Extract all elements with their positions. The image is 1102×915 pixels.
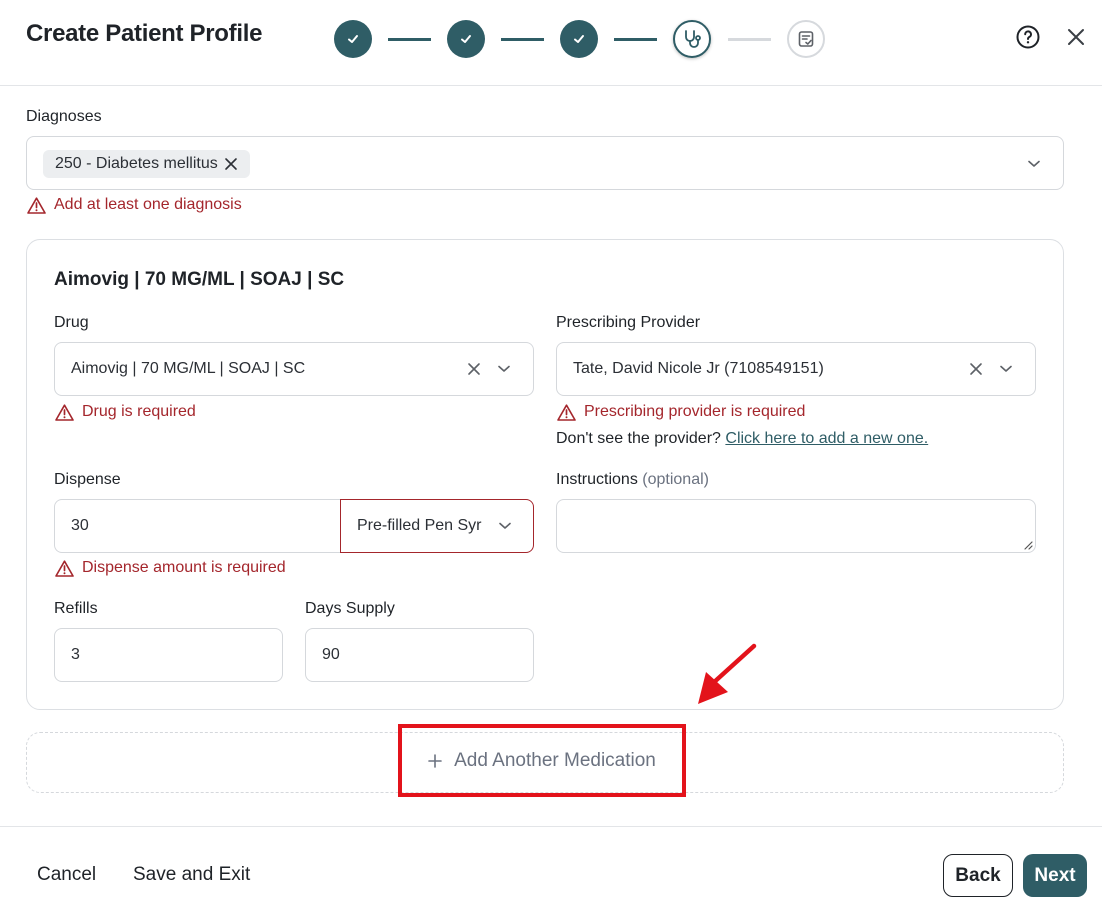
refills-input[interactable]: 3 [54, 628, 283, 682]
drug-value: Aimovig | 70 MG/ML | SOAJ | SC [71, 360, 306, 377]
dispense-amount-input[interactable]: 30 [54, 499, 341, 553]
instructions-textarea[interactable] [556, 499, 1036, 553]
drug-error-text: Drug is required [82, 403, 196, 420]
diagnoses-select[interactable]: 250 - Diabetes mellitus [26, 136, 1064, 190]
drug-select[interactable]: Aimovig | 70 MG/ML | SOAJ | SC [54, 342, 534, 396]
days-supply-value: 90 [322, 646, 340, 663]
chevron-down-icon [498, 365, 510, 372]
provider-value: Tate, David Nicole Jr (7108549151) [573, 360, 824, 377]
dispense-unit-value: Pre-filled Pen Syr [357, 517, 482, 534]
annotation-arrow-icon [698, 643, 757, 704]
check-icon [348, 35, 358, 43]
check-icon [461, 35, 471, 43]
chevron-down-icon [499, 522, 511, 529]
refills-label: Refills [54, 600, 98, 617]
dispense-amount-value: 30 [71, 517, 89, 534]
stethoscope-icon [685, 30, 701, 48]
diagnoses-label: Diagnoses [26, 108, 102, 125]
provider-dropdown-toggle[interactable] [997, 360, 1015, 378]
question-circle-icon [1016, 25, 1040, 49]
warning-icon [557, 403, 576, 421]
page-title: Create Patient Profile [26, 20, 263, 47]
instructions-label-text: Instructions [556, 471, 638, 488]
clear-provider-button[interactable] [967, 360, 985, 378]
close-button[interactable] [1064, 25, 1088, 49]
chevron-down-icon [1028, 160, 1040, 167]
clipboard-check-icon [798, 31, 814, 47]
close-icon [224, 158, 237, 170]
diagnosis-chip-label: 250 - Diabetes mellitus [55, 155, 218, 172]
diagnoses-dropdown-toggle[interactable] [1025, 155, 1043, 173]
warning-icon [55, 403, 74, 421]
close-icon [468, 363, 480, 375]
provider-error-text: Prescribing provider is required [584, 403, 806, 420]
warning-icon [27, 196, 46, 214]
warning-icon [55, 559, 74, 577]
dispense-label: Dispense [54, 471, 121, 488]
diagnosis-chip: 250 - Diabetes mellitus [43, 150, 250, 178]
plus-icon [428, 753, 442, 768]
step-connector [501, 38, 544, 41]
provider-help-text: Don't see the provider? Click here to ad… [556, 430, 928, 448]
instructions-label: Instructions (optional) [556, 471, 709, 489]
step-1-complete[interactable] [334, 20, 372, 58]
cancel-button[interactable]: Cancel [37, 864, 96, 886]
step-4-current[interactable] [673, 20, 711, 58]
dispense-error: Dispense amount is required [55, 559, 286, 577]
clear-drug-button[interactable] [465, 360, 483, 378]
add-another-medication-label: Add Another Medication [454, 749, 656, 771]
dispense-unit-select[interactable]: Pre-filled Pen Syr [340, 499, 534, 553]
step-3-complete[interactable] [560, 20, 598, 58]
modal-header: Create Patient Profile [0, 0, 1102, 86]
drug-dropdown-toggle[interactable] [495, 360, 513, 378]
refills-value: 3 [71, 646, 80, 663]
remove-diagnosis-button[interactable] [224, 157, 238, 171]
close-icon [1068, 29, 1084, 45]
help-button[interactable] [1015, 24, 1041, 50]
step-2-complete[interactable] [447, 20, 485, 58]
drug-error: Drug is required [55, 403, 196, 421]
chevron-down-icon [1000, 365, 1012, 372]
days-supply-input[interactable]: 90 [305, 628, 534, 682]
provider-select[interactable]: Tate, David Nicole Jr (7108549151) [556, 342, 1036, 396]
instructions-optional-hint: (optional) [642, 471, 709, 488]
close-icon [970, 363, 982, 375]
provider-label: Prescribing Provider [556, 314, 701, 331]
add-provider-link[interactable]: Click here to add a new one. [725, 430, 928, 447]
step-connector [728, 38, 771, 41]
resize-handle-icon[interactable] [1023, 540, 1033, 550]
diagnoses-error-text: Add at least one diagnosis [54, 196, 242, 213]
days-supply-label: Days Supply [305, 600, 395, 617]
drug-label: Drug [54, 314, 89, 331]
step-5-upcoming[interactable] [787, 20, 825, 58]
provider-error: Prescribing provider is required [557, 403, 805, 421]
save-and-exit-button[interactable]: Save and Exit [133, 864, 250, 886]
check-icon [574, 35, 584, 43]
add-another-medication-button[interactable]: Add Another Medication [398, 724, 686, 797]
step-connector [388, 38, 431, 41]
diagnoses-error: Add at least one diagnosis [27, 196, 242, 214]
dispense-unit-dropdown-toggle[interactable] [496, 517, 514, 535]
dispense-error-text: Dispense amount is required [82, 559, 286, 576]
next-button[interactable]: Next [1023, 854, 1087, 897]
back-button[interactable]: Back [943, 854, 1013, 897]
provider-note-text: Don't see the provider? [556, 430, 721, 447]
step-connector [614, 38, 657, 41]
medication-title: Aimovig | 70 MG/ML | SOAJ | SC [54, 269, 345, 290]
